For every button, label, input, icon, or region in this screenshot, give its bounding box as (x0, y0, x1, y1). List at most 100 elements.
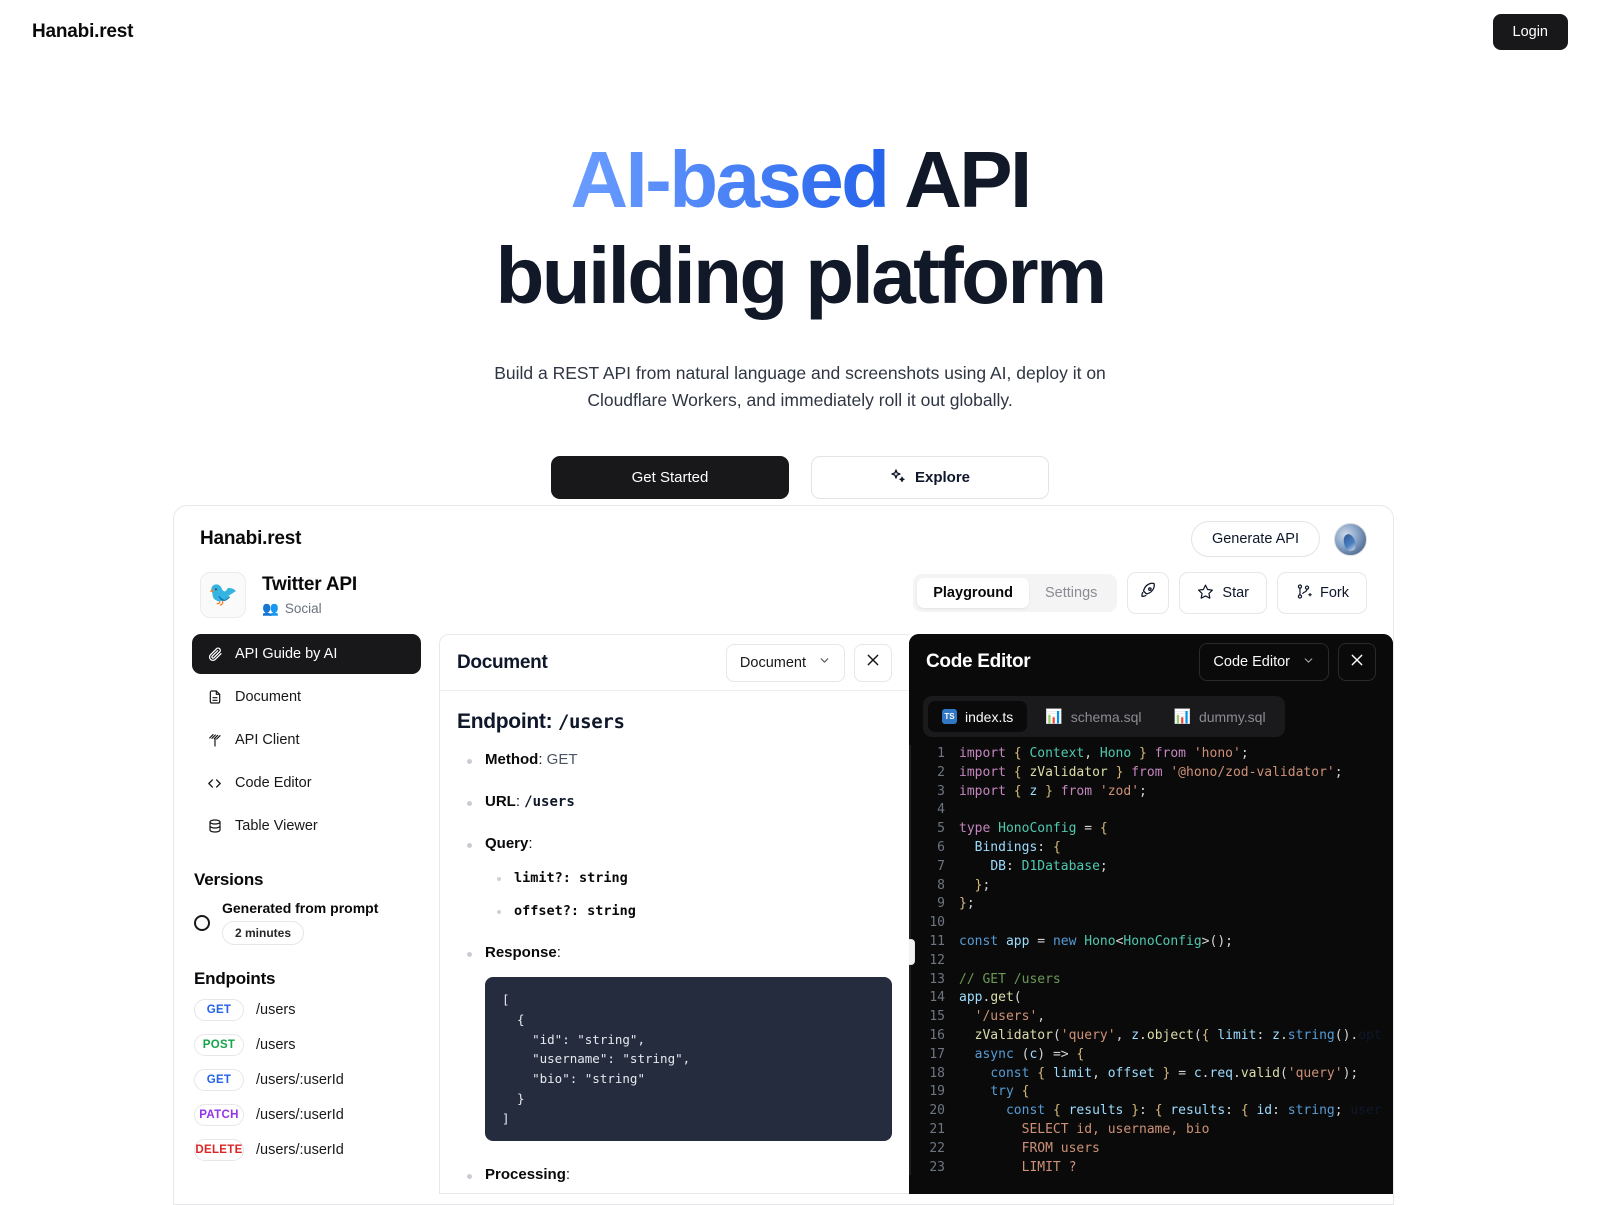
database-icon (206, 818, 223, 835)
endpoint-row[interactable]: PATCH /users/:userId (192, 1104, 421, 1126)
response-label: Response (485, 944, 557, 961)
code-line: 8 }; (911, 877, 1393, 896)
code-line: 4 (911, 801, 1393, 820)
rocket-icon (1139, 582, 1157, 604)
endpoint-row[interactable]: GET /users/:userId (192, 1069, 421, 1091)
sidebar-item-document[interactable]: Document (192, 677, 421, 717)
close-icon (865, 652, 881, 673)
version-title: Generated from prompt (222, 900, 379, 916)
code-line-text: zValidator('query', z.object({ limit: z.… (974, 1027, 1382, 1043)
code-line: 5 type HonoConfig = { (911, 820, 1393, 839)
line-number: 5 (937, 821, 945, 837)
tab-settings[interactable]: Settings (1029, 578, 1113, 608)
fork-button-label: Fork (1320, 585, 1349, 601)
sidebar-item-api-guide[interactable]: API Guide by AI (192, 634, 421, 674)
endpoint-row[interactable]: GET /users (192, 999, 421, 1021)
endpoint-method-badge: DELETE (194, 1139, 244, 1161)
code-line-text: type HonoConfig = { (959, 821, 1108, 837)
code-line-text: FROM users (959, 1140, 1100, 1156)
document-panel-select[interactable]: Document (725, 643, 845, 682)
endpoint-method-badge: GET (194, 1069, 244, 1091)
version-item[interactable]: Generated from prompt 2 minutes (192, 900, 421, 945)
method-label: Method (485, 751, 539, 768)
panel-resize-handle[interactable]: ⠇ (909, 939, 915, 965)
sidebar-item-api-client[interactable]: API Client (192, 720, 421, 760)
endpoint-row[interactable]: DELETE /users/:userId (192, 1139, 421, 1161)
endpoint-label: Endpoint: (457, 710, 553, 733)
chevron-down-icon (1302, 654, 1315, 671)
login-button[interactable]: Login (1492, 13, 1568, 50)
deploy-button[interactable] (1127, 572, 1170, 614)
query-param: limit?: string (485, 870, 892, 886)
star-button-label: Star (1222, 585, 1249, 601)
code-line: 23 LIMIT ? (911, 1159, 1393, 1175)
people-icon: 👥 (262, 600, 279, 616)
file-tab-bar: TS index.ts 📊 schema.sql 📊 dummy.sql (923, 696, 1285, 737)
typescript-icon: TS (942, 709, 957, 724)
code-editor-controls: Code Editor (1199, 643, 1376, 681)
hero-cta-row: Get Started Explore (0, 456, 1600, 500)
page-title: AI-based API building platform (0, 140, 1600, 316)
explore-button[interactable]: Explore (811, 456, 1049, 500)
code-line: 9}; (911, 895, 1393, 914)
sidebar-item-label: Document (235, 689, 302, 705)
code-editor-select[interactable]: Code Editor (1199, 643, 1329, 681)
line-number: 18 (929, 1065, 945, 1081)
code-line-text: import { zValidator } from '@hono/zod-va… (959, 764, 1343, 780)
user-avatar[interactable] (1334, 522, 1367, 556)
file-tab-label: dummy.sql (1198, 708, 1266, 725)
code-editor-header: Code Editor Code Editor (909, 634, 1393, 690)
endpoint-row[interactable]: POST /users (192, 1034, 421, 1056)
star-button[interactable]: Star (1179, 572, 1267, 614)
app-logo[interactable]: Hanabi.rest (200, 528, 301, 550)
line-number: 15 (929, 1009, 945, 1025)
tab-playground[interactable]: Playground (917, 578, 1029, 608)
code-line: 19 try { (911, 1083, 1393, 1102)
line-number: 2 (937, 764, 945, 780)
close-code-editor-button[interactable] (1338, 643, 1376, 681)
code-line-text: LIMIT ? (959, 1159, 1077, 1175)
get-started-button[interactable]: Get Started (551, 456, 789, 500)
code-line: 14 app.get( (911, 989, 1393, 1008)
file-tab-schema-sql[interactable]: 📊 schema.sql (1031, 701, 1155, 732)
version-time-badge: 2 minutes (222, 921, 305, 945)
close-document-panel-button[interactable] (854, 643, 892, 682)
endpoint-method-badge: PATCH (194, 1104, 244, 1126)
endpoints-heading: Endpoints (194, 969, 276, 988)
code-line: 22 FROM users (911, 1140, 1393, 1159)
code-line: 3 import { z } from 'zod'; (911, 783, 1393, 802)
endpoint-path: /users/:userId (256, 1107, 344, 1123)
code-line: 11 const app = new Hono<HonoConfig>(); (911, 933, 1393, 952)
code-brackets-icon (206, 775, 223, 792)
code-line: 18 const { limit, offset } = c.req.valid… (911, 1065, 1393, 1084)
url-label: URL (485, 793, 516, 810)
generate-api-button[interactable]: Generate API (1190, 521, 1320, 557)
site-logo[interactable]: Hanabi.rest (32, 21, 133, 43)
code-editor-title: Code Editor (926, 651, 1031, 672)
radio-icon[interactable] (194, 914, 210, 931)
fork-button[interactable]: Fork (1277, 572, 1367, 614)
document-endpoint-heading: Endpoint: /users (457, 710, 892, 734)
file-tab-label: schema.sql (1070, 708, 1142, 725)
endpoint-path: /users/:userId (256, 1072, 344, 1088)
sidebar-item-code-editor[interactable]: Code Editor (192, 763, 421, 803)
code-line: 21 SELECT id, username, bio (911, 1121, 1393, 1140)
code-line-text: async (c) => { (974, 1046, 1085, 1062)
document-panel-title: Document (457, 651, 548, 673)
line-number: 7 (937, 858, 945, 874)
paperclip-icon (206, 646, 223, 663)
line-number: 23 (929, 1159, 945, 1175)
sidebar-item-label: API Guide by AI (235, 646, 338, 662)
file-tab-index-ts[interactable]: TS index.ts (928, 701, 1028, 732)
sidebar-item-table-viewer[interactable]: Table Viewer (192, 806, 421, 846)
code-editor-content[interactable]: 1 import { Context, Hono } from 'hono'; 2 i… (909, 745, 1393, 1175)
file-tab-dummy-sql[interactable]: 📊 dummy.sql (1160, 701, 1280, 732)
hero-subtitle: Build a REST API from natural language a… (494, 363, 1106, 411)
fork-icon (1295, 583, 1312, 604)
sidebar-item-label: Table Viewer (235, 818, 318, 834)
sidebar: API Guide by AI Document API Client Code… (174, 634, 439, 1194)
code-editor-panel: ⠇ Code Editor Code Editor (909, 634, 1393, 1194)
document-icon (206, 689, 223, 706)
document-panel-select-value: Document (739, 654, 806, 671)
project-toolbar: Playground Settings Star Fork (913, 572, 1367, 614)
